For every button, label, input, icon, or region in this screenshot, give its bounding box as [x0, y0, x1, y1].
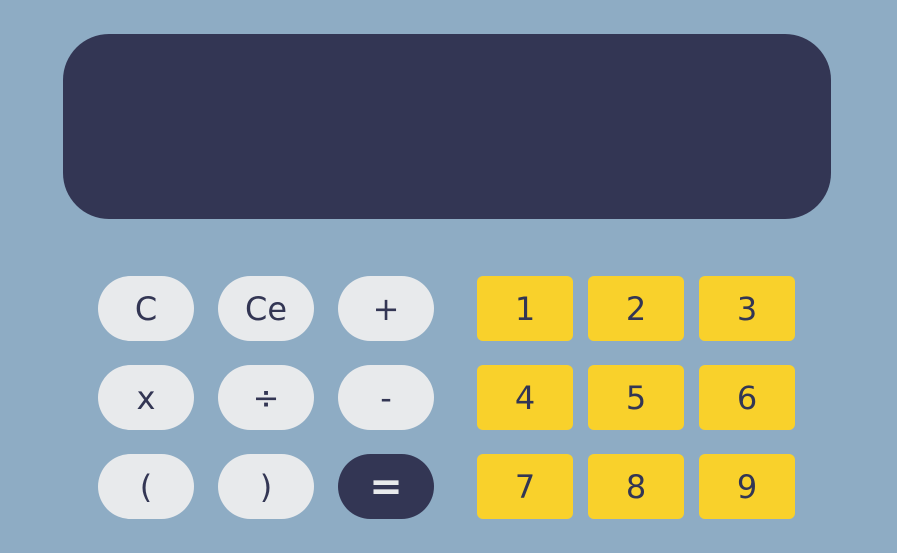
clear-entry-button[interactable]: Ce: [218, 276, 314, 341]
equals-button[interactable]: =: [338, 454, 434, 519]
digit-9-button[interactable]: 9: [699, 454, 795, 519]
divide-button[interactable]: ÷: [218, 365, 314, 430]
add-button[interactable]: +: [338, 276, 434, 341]
digit-8-button[interactable]: 8: [588, 454, 684, 519]
open-paren-button[interactable]: (: [98, 454, 194, 519]
digit-2-button[interactable]: 2: [588, 276, 684, 341]
multiply-button[interactable]: x: [98, 365, 194, 430]
digit-5-button[interactable]: 5: [588, 365, 684, 430]
digit-4-button[interactable]: 4: [477, 365, 573, 430]
clear-button[interactable]: C: [98, 276, 194, 341]
subtract-button[interactable]: -: [338, 365, 434, 430]
digit-6-button[interactable]: 6: [699, 365, 795, 430]
digit-7-button[interactable]: 7: [477, 454, 573, 519]
calculator-display: [63, 34, 831, 219]
close-paren-button[interactable]: ): [218, 454, 314, 519]
digit-3-button[interactable]: 3: [699, 276, 795, 341]
digit-1-button[interactable]: 1: [477, 276, 573, 341]
